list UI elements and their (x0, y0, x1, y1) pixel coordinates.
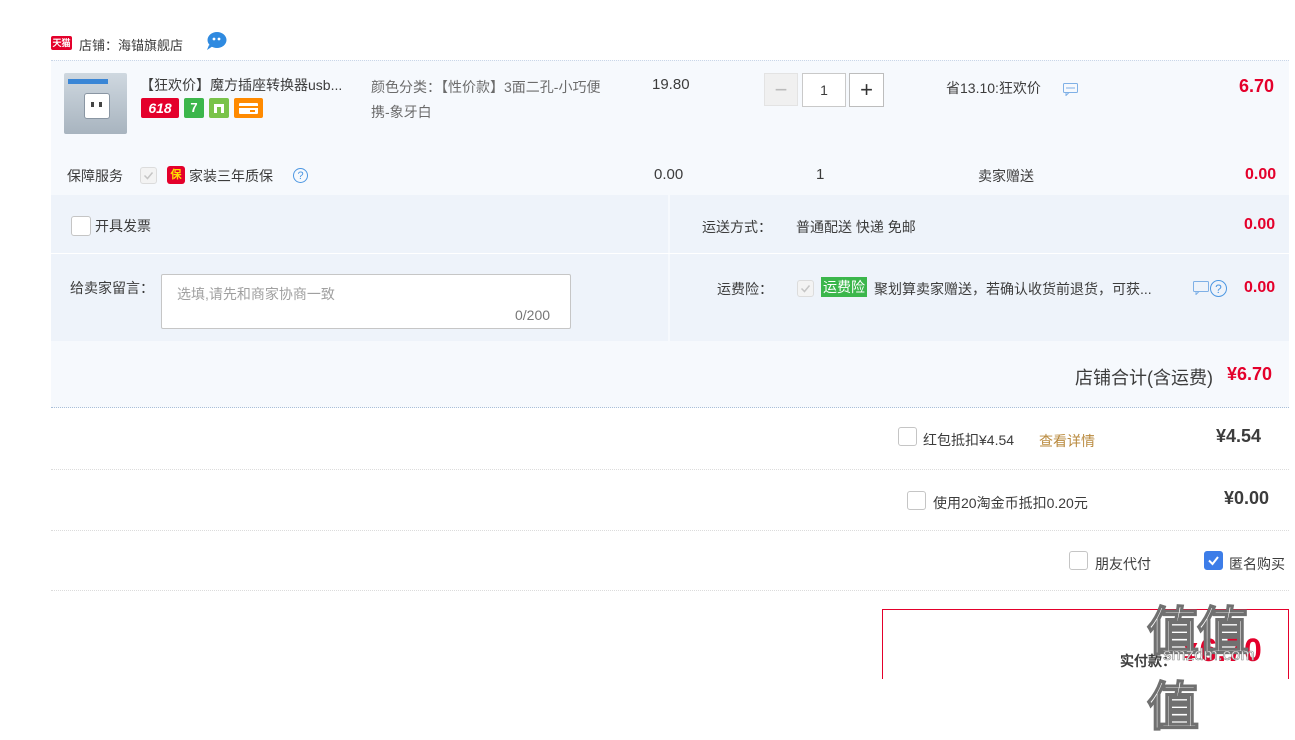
divider (51, 469, 1289, 471)
shipping-method[interactable]: 普通配送 快递 免邮 (796, 217, 916, 237)
help-icon[interactable]: ? (293, 168, 308, 183)
watermark-url: smzdm.com (1163, 645, 1255, 665)
seller-message-label: 给卖家留言： (70, 280, 154, 296)
friend-pay-label[interactable]: 朋友代付 (1095, 554, 1151, 574)
red-packet-amount: ¥4.54 (1216, 426, 1262, 446)
invoice-checkbox[interactable] (71, 216, 91, 236)
product-title[interactable]: 【狂欢价】魔方插座转换器usb... (140, 75, 360, 95)
divider (51, 530, 1289, 532)
shipping-fee: 0.00 (1244, 216, 1276, 233)
service-quantity: 1 (816, 166, 825, 183)
shop-total-value: ¥6.70 (1227, 364, 1273, 384)
watermark-logo: 值值值 (1146, 603, 1250, 738)
friend-pay-checkbox[interactable] (1069, 551, 1088, 570)
discount-info: 省13.10:狂欢价 (946, 80, 1041, 96)
red-packet-checkbox[interactable] (898, 427, 917, 446)
seller-message-placeholder: 选填,请先和商家协商一致 (177, 286, 335, 302)
red-packet-details-link[interactable]: 查看详情 (1039, 431, 1095, 451)
tmall-badge: 天猫 (51, 36, 72, 50)
taobao-coins-amount: ¥0.00 (1224, 488, 1270, 508)
insurance-fee: 0.00 (1244, 279, 1276, 296)
product-thumbnail[interactable] (64, 73, 127, 134)
insurance-checkbox[interactable] (797, 280, 814, 297)
shop-total-label: 店铺合计(含运费) (1075, 368, 1213, 388)
shipping-label: 运送方式： (702, 219, 772, 235)
wangwang-chat-icon[interactable] (206, 31, 227, 50)
service-label: 保障服务 (67, 168, 123, 184)
unit-price: 19.80 (652, 76, 690, 93)
divider (51, 590, 1289, 592)
anonymous-purchase-label[interactable]: 匿名购买 (1229, 554, 1285, 574)
seller-message-counter: 0/200 (515, 307, 551, 323)
item-subtotal: 6.70 (1239, 76, 1275, 96)
quantity-increase-button[interactable]: + (849, 73, 884, 107)
service-total: 0.00 (1245, 166, 1277, 183)
insurance-label: 运费险： (717, 281, 773, 297)
seven-day-return-tag: 7 (184, 98, 204, 118)
red-packet-label[interactable]: 红包抵扣¥4.54 (923, 430, 1014, 450)
promo-618-tag: 618 (141, 98, 179, 118)
service-checkbox[interactable] (140, 167, 157, 184)
quantity-decrease-button[interactable]: − (764, 73, 798, 106)
invoice-label[interactable]: 开具发票 (95, 216, 151, 236)
shop-name[interactable]: 店铺：海锚旗舰店 (79, 35, 183, 54)
taobao-coins-checkbox[interactable] (907, 491, 926, 510)
service-gift-note: 卖家赠送 (978, 168, 1034, 184)
help-icon[interactable]: ? (1210, 280, 1227, 297)
credit-card-icon (234, 98, 263, 118)
taobao-coins-label[interactable]: 使用20淘金币抵扣0.20元 (933, 493, 1088, 513)
warranty-icon: 保 (167, 166, 185, 184)
service-price: 0.00 (654, 166, 684, 183)
insurance-tag: 运费险 (821, 277, 867, 297)
quantity-input[interactable]: 1 (802, 73, 846, 107)
anonymous-purchase-checkbox[interactable] (1204, 551, 1223, 570)
store-service-icon (209, 98, 229, 118)
insurance-description: 聚划算卖家赠送，若确认收货前退货，可获... (874, 281, 1152, 297)
comment-bubble-icon[interactable] (1063, 83, 1078, 96)
comment-bubble-icon[interactable] (1193, 281, 1209, 295)
product-sku: 颜色分类：【性价款】3面二孔-小巧便携-象牙白 (371, 79, 601, 120)
warranty-name: 家装三年质保 (189, 168, 273, 184)
panel-divider (51, 253, 1289, 254)
